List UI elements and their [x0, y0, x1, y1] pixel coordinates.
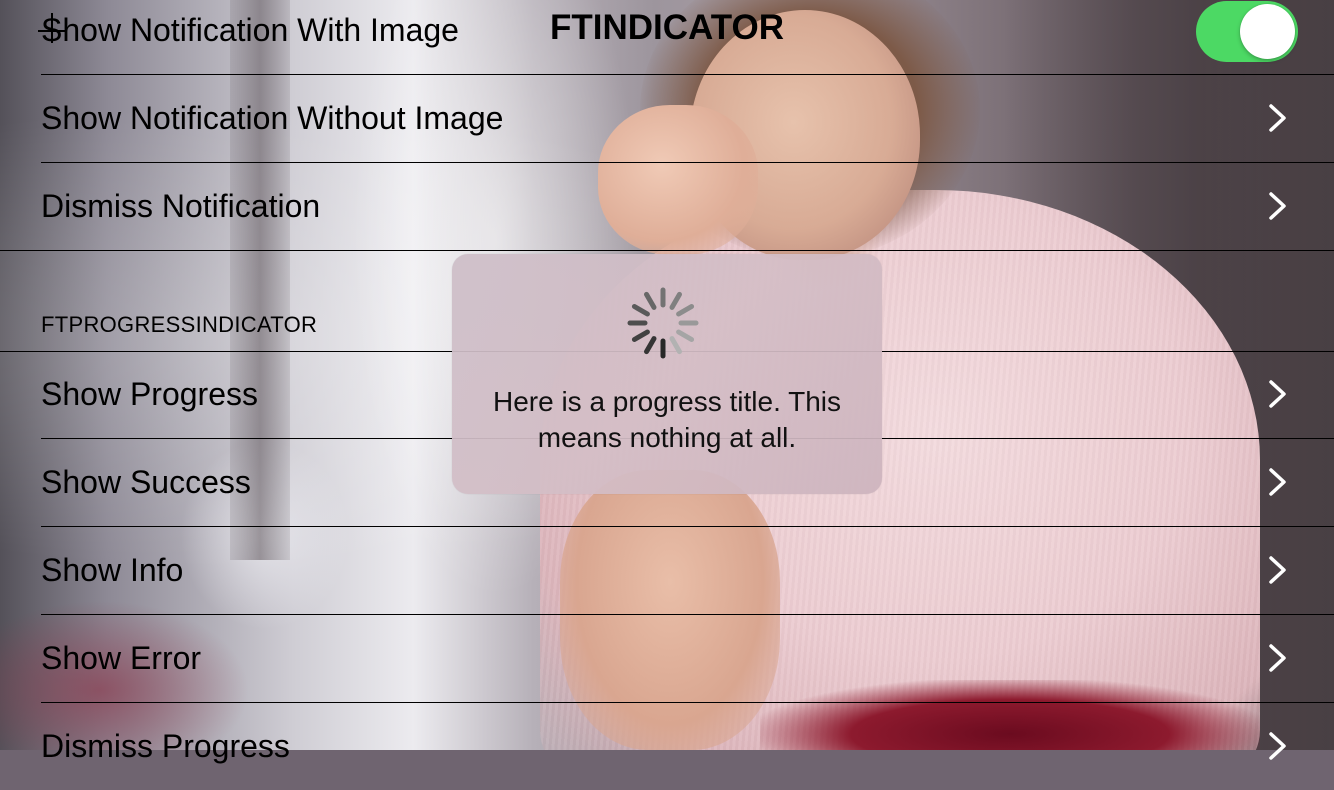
chevron-right-icon	[1269, 556, 1286, 584]
row-dismiss-progress[interactable]: Dismiss Progress	[0, 702, 1334, 790]
spinner-spoke	[676, 304, 695, 317]
spinner-spoke	[676, 329, 695, 342]
chevron-right-icon	[1269, 104, 1286, 132]
spinner-spoke	[669, 291, 682, 310]
progress-hud: Here is a progress title. This means not…	[452, 254, 882, 494]
page-title: FTINDICATOR	[550, 8, 784, 47]
chevron-right-icon	[1269, 732, 1286, 760]
row-label: Show Notification Without Image	[41, 100, 504, 136]
progress-title: Here is a progress title. This means not…	[492, 386, 842, 453]
activity-spinner-icon	[627, 287, 699, 359]
row-label: Dismiss Progress	[41, 728, 290, 764]
row-show-error[interactable]: Show Error	[0, 614, 1334, 702]
row-show-info[interactable]: Show Info	[0, 526, 1334, 614]
spinner-spoke	[644, 291, 657, 310]
chevron-right-icon	[1269, 192, 1286, 220]
chevron-right-icon	[1269, 644, 1286, 672]
spinner-spoke	[631, 304, 650, 317]
row-label: Show Info	[41, 552, 184, 588]
row-show-notification-without-image[interactable]: Show Notification Without Image	[0, 74, 1334, 162]
cursor-mark-icon	[38, 13, 66, 43]
row-dismiss-notification[interactable]: Dismiss Notification	[0, 162, 1334, 250]
chevron-right-icon	[1269, 468, 1286, 496]
row-label: Show Success	[41, 464, 251, 500]
spinner-spoke	[631, 329, 650, 342]
section-separator	[0, 250, 1334, 251]
section-header-progress: FTPROGRESSINDICATOR	[41, 312, 318, 337]
row-label: Show Progress	[41, 376, 258, 412]
chevron-right-icon	[1269, 380, 1286, 408]
spinner-spoke	[669, 336, 682, 355]
spinner-spoke	[644, 336, 657, 355]
row-label: Dismiss Notification	[41, 188, 321, 224]
row-label: Show Error	[41, 640, 202, 676]
